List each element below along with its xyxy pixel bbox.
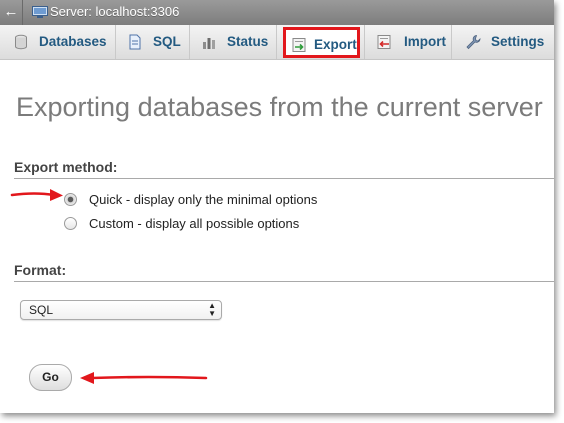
title-bar: ← Server: localhost:3306: [0, 0, 554, 25]
tab-bar: Databases SQL Status Import Settings: [0, 25, 554, 60]
sql-document-icon: [129, 34, 141, 50]
select-arrows-icon: ▲ ▼: [208, 301, 216, 318]
radio-label-custom[interactable]: Custom - display all possible options: [89, 215, 299, 232]
page-title: Exporting databases from the current ser…: [16, 92, 543, 122]
tab-label: Settings: [491, 34, 545, 49]
server-breadcrumb[interactable]: Server: localhost:3306: [50, 4, 179, 20]
tab-label: Databases: [39, 34, 107, 49]
tab-sql[interactable]: SQL: [116, 25, 190, 59]
tab-import[interactable]: Import: [364, 25, 452, 59]
import-icon: [377, 35, 391, 49]
format-header: Format:: [14, 262, 554, 282]
back-button[interactable]: ←: [0, 0, 23, 25]
tab-databases[interactable]: Databases: [0, 25, 116, 59]
status-chart-icon: [203, 38, 215, 49]
phpmyadmin-window: ← Server: localhost:3306 Databases SQL S…: [0, 0, 554, 413]
format-select[interactable]: SQL ▲ ▼: [20, 300, 222, 320]
format-select-value: SQL: [29, 303, 54, 317]
tab-status[interactable]: Status: [190, 25, 277, 59]
tab-label: Status: [227, 34, 269, 49]
tab-label: SQL: [153, 34, 181, 49]
server-icon: [32, 6, 48, 18]
export-method-header: Export method:: [14, 159, 554, 179]
radio-button-unchecked[interactable]: [64, 217, 77, 230]
database-icon: [15, 34, 27, 50]
tab-export[interactable]: Export: [283, 27, 360, 58]
annotation-arrow-icon: [10, 189, 63, 201]
export-icon: [292, 38, 306, 52]
tab-label: Export: [314, 37, 357, 52]
go-button[interactable]: Go: [29, 364, 72, 391]
tab-settings[interactable]: Settings: [452, 25, 554, 59]
radio-label-quick[interactable]: Quick - display only the minimal options: [89, 191, 317, 208]
tab-label: Import: [404, 34, 446, 49]
wrench-icon: [466, 35, 481, 50]
annotation-arrow-icon: [80, 372, 208, 384]
